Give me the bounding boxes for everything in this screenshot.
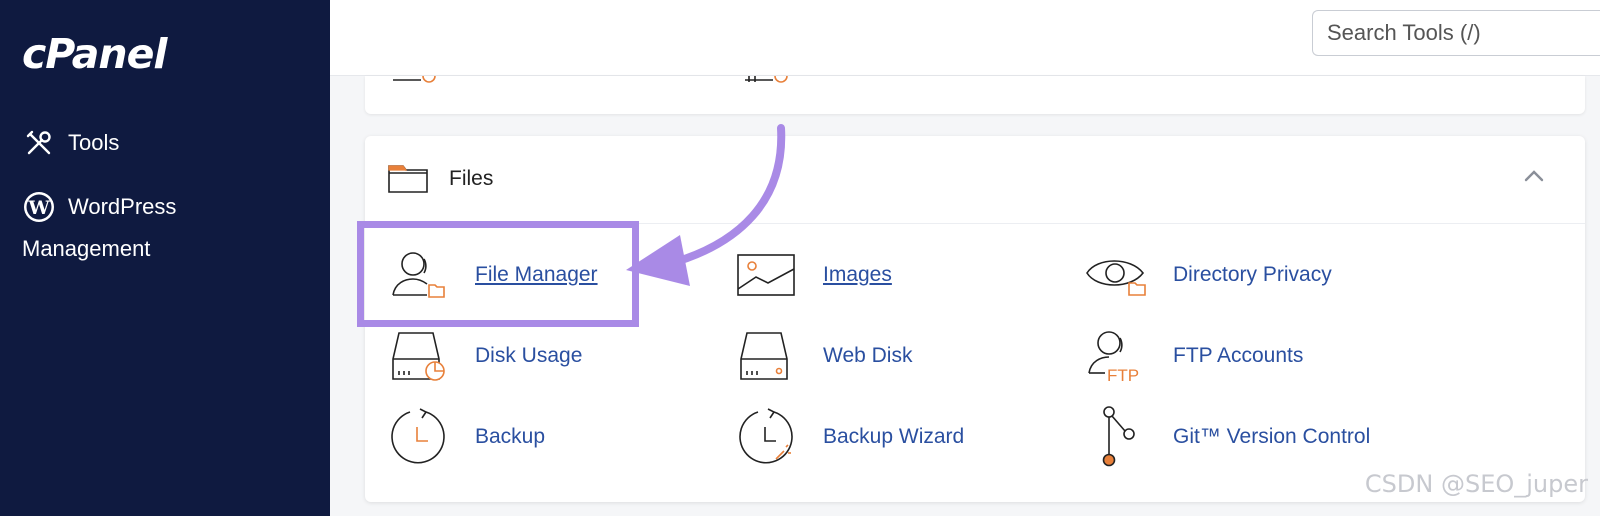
previous-panel bbox=[365, 76, 1585, 114]
panel-title: Files bbox=[449, 167, 494, 190]
tool-file-manager[interactable]: File Manager bbox=[387, 244, 598, 306]
tool-label[interactable]: Git™ Version Control bbox=[1173, 425, 1370, 449]
images-icon bbox=[735, 244, 797, 306]
file-manager-icon bbox=[387, 244, 449, 306]
tool-directory-privacy[interactable]: Directory Privacy bbox=[1085, 244, 1332, 306]
tool-git-version-control[interactable]: Git™ Version Control bbox=[1085, 406, 1370, 468]
chevron-up-icon[interactable] bbox=[1523, 168, 1545, 187]
tool-label[interactable]: Directory Privacy bbox=[1173, 263, 1332, 287]
git-icon bbox=[1085, 406, 1147, 468]
directory-privacy-icon bbox=[1085, 244, 1147, 306]
sidebar: cPanel Tools W WordPress Management bbox=[0, 0, 330, 516]
svg-text:W: W bbox=[27, 197, 50, 219]
files-panel-header[interactable]: Files bbox=[365, 136, 1585, 224]
tool-label[interactable]: Backup bbox=[475, 425, 545, 449]
tool-backup-wizard[interactable]: Backup Wizard bbox=[735, 406, 964, 468]
tool-label[interactable]: Images bbox=[823, 263, 892, 287]
watermark: CSDN @SEO_juper bbox=[1364, 470, 1588, 498]
tools-icon bbox=[22, 126, 56, 160]
search-input[interactable] bbox=[1312, 10, 1600, 56]
wordpress-icon: W bbox=[22, 190, 56, 224]
backup-icon bbox=[387, 406, 449, 468]
tool-label[interactable]: File Manager bbox=[475, 263, 598, 287]
drive-icon bbox=[393, 76, 436, 83]
tool-label[interactable]: FTP Accounts bbox=[1173, 344, 1303, 368]
tool-label[interactable]: Disk Usage bbox=[475, 344, 582, 368]
tool-label[interactable]: Backup Wizard bbox=[823, 425, 964, 449]
tool-disk-usage[interactable]: Disk Usage bbox=[387, 325, 582, 387]
folder-icon bbox=[387, 162, 429, 199]
tool-backup[interactable]: Backup bbox=[387, 406, 545, 468]
tool-web-disk[interactable]: Web Disk bbox=[735, 325, 912, 387]
cpanel-logo[interactable]: cPanel bbox=[22, 30, 167, 78]
ftp-accounts-icon: FTP bbox=[1085, 325, 1147, 387]
web-disk-icon bbox=[735, 325, 797, 387]
sidebar-item-label[interactable]: Management bbox=[22, 236, 150, 262]
disk-usage-icon bbox=[387, 325, 449, 387]
tool-ftp-accounts[interactable]: FTP FTP Accounts bbox=[1085, 325, 1303, 387]
sidebar-item-tools[interactable]: Tools bbox=[22, 126, 119, 160]
backup-wizard-icon bbox=[735, 406, 797, 468]
sidebar-item-label: Tools bbox=[68, 130, 120, 155]
drive-icon bbox=[745, 76, 788, 83]
sidebar-item-label: WordPress bbox=[68, 194, 177, 219]
files-panel: Files File Manager Images Directory Priv… bbox=[365, 136, 1585, 502]
sidebar-item-wordpress[interactable]: W WordPress bbox=[22, 190, 176, 224]
tool-images[interactable]: Images bbox=[735, 244, 892, 306]
svg-text:FTP: FTP bbox=[1107, 366, 1139, 383]
top-header bbox=[330, 0, 1600, 76]
tool-label[interactable]: Web Disk bbox=[823, 344, 912, 368]
